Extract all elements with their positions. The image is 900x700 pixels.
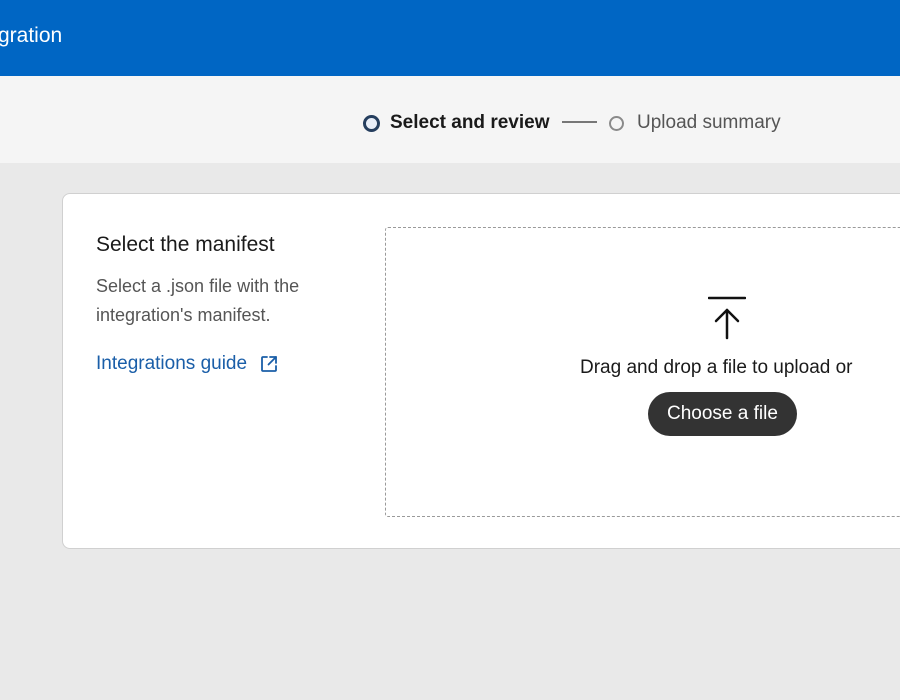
link-label: Integrations guide bbox=[96, 353, 248, 374]
integrations-guide-link[interactable]: Integrations guide bbox=[96, 352, 279, 376]
section-description: Select a .json file with the integration… bbox=[96, 276, 300, 325]
manifest-card: Select the manifest Select a .json file … bbox=[62, 193, 900, 549]
upload-icon bbox=[707, 296, 747, 340]
step-label: Upload summary bbox=[637, 112, 781, 133]
step-connector bbox=[562, 121, 597, 123]
choose-file-button[interactable]: Choose a file bbox=[648, 392, 797, 436]
step-select-and-review: Select and review bbox=[363, 112, 549, 134]
header-bar: gration bbox=[0, 0, 900, 76]
app-window: gration Select and review Upload summary… bbox=[0, 0, 900, 700]
stepper: Select and review Upload summary bbox=[0, 76, 900, 163]
step-inactive-indicator-icon bbox=[609, 115, 624, 131]
step-active-indicator-icon bbox=[363, 114, 380, 132]
section-title: Select the manifest bbox=[96, 233, 275, 256]
step-upload-summary: Upload summary bbox=[609, 112, 781, 134]
file-dropzone[interactable]: Drag and drop a file to upload or Choose… bbox=[385, 227, 900, 517]
external-link-icon bbox=[259, 354, 279, 374]
dropzone-instruction: Drag and drop a file to upload or bbox=[580, 357, 853, 378]
page-title: gration bbox=[0, 24, 63, 47]
step-label: Select and review bbox=[390, 112, 550, 133]
